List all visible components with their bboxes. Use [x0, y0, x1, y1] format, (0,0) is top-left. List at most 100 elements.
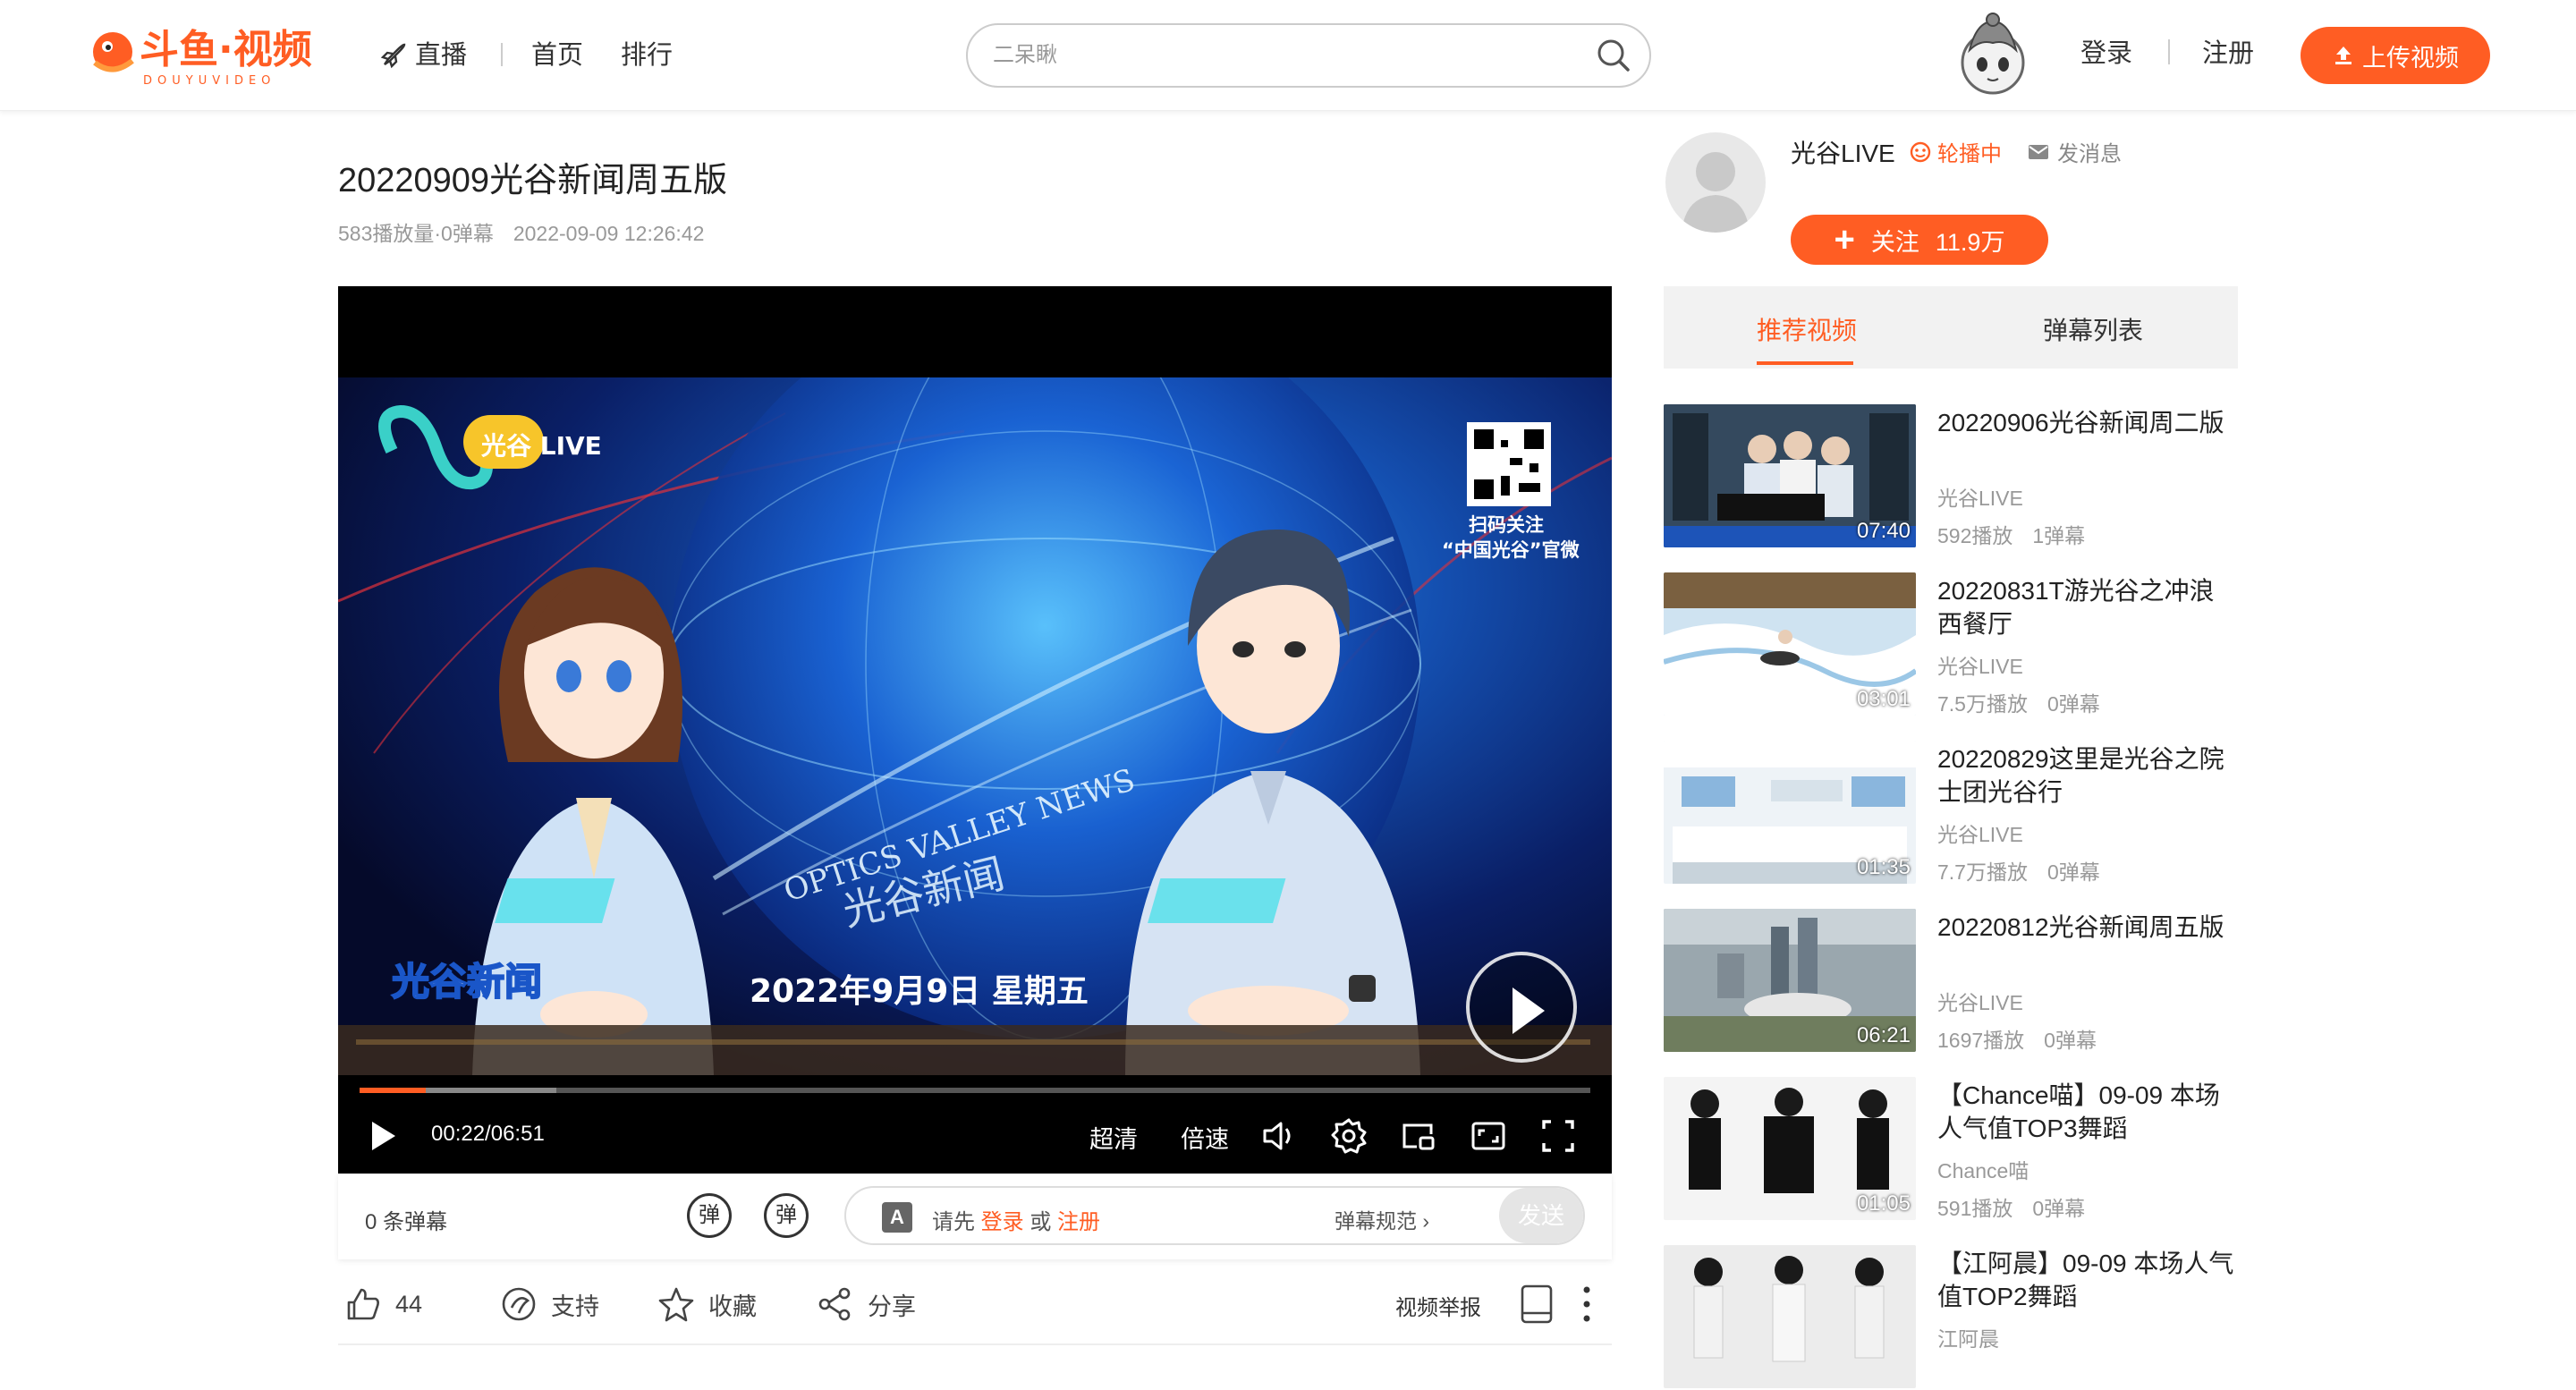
speed-button[interactable]: 倍速: [1181, 1120, 1229, 1155]
favorite-label: 收藏: [708, 1293, 757, 1320]
recommended-video-stats: 591播放 0弹幕: [1937, 1191, 2085, 1222]
user-avatar[interactable]: [1957, 13, 2029, 95]
search-icon[interactable]: [1594, 36, 1633, 75]
volume-icon[interactable]: [1259, 1116, 1299, 1156]
danmaku-count: 0弹幕: [2046, 860, 2100, 884]
search-box: [966, 23, 1651, 88]
danmaku-input[interactable]: A 请先 登录 或 注册 弹幕规范 › 发送: [844, 1186, 1585, 1245]
prompt-login-link[interactable]: 登录: [981, 1210, 1024, 1234]
follower-count: 11.9万: [1935, 228, 2005, 256]
recommended-video-title[interactable]: 20220829这里是光谷之院士团光谷行: [1937, 742, 2238, 809]
uploader-name[interactable]: 光谷LIVE: [1791, 134, 1895, 170]
video-player[interactable]: 光谷 LIVE 扫码关注 “中国光谷”官微 OPTICS VALLEY NEWS…: [338, 286, 1612, 1174]
like-button[interactable]: 44: [343, 1284, 422, 1324]
rocket-icon: [380, 43, 406, 69]
tab-danmaku-list[interactable]: 弹幕列表: [2043, 311, 2143, 347]
danmaku-send-button[interactable]: 发送: [1499, 1188, 1583, 1243]
big-play-button[interactable]: [1466, 952, 1577, 1063]
follow-button[interactable]: + 关注 11.9万: [1791, 215, 2048, 265]
recommended-video-title[interactable]: 【江阿晨】09-09 本场人气值TOP2舞蹈: [1937, 1247, 2238, 1313]
uploader-live-status[interactable]: 轮播中: [1909, 136, 2002, 167]
channel-logo-text: 光谷 LIVE: [480, 431, 602, 461]
recommended-video-title[interactable]: 20220906光谷新闻周二版: [1937, 406, 2238, 439]
video-thumbnail: 03:01: [1664, 572, 1916, 716]
play-icon[interactable]: [365, 1118, 401, 1154]
chevron-right-icon: ›: [1422, 1209, 1430, 1233]
danmaku-rules-link[interactable]: 弹幕规范 ›: [1335, 1204, 1429, 1234]
share-button[interactable]: 分享: [816, 1284, 916, 1324]
danmaku-toggle-button[interactable]: 弹: [687, 1193, 732, 1238]
recommended-video-author[interactable]: Chance喵: [1937, 1154, 2029, 1184]
logo-text: 斗鱼·视频: [140, 27, 312, 72]
recommended-video[interactable]: 01:05 【Chance喵】09-09 本场人气值TOP3舞蹈 Chance喵…: [1664, 1077, 2238, 1222]
mobile-view-icon[interactable]: [1517, 1283, 1556, 1326]
share-icon: [818, 1287, 851, 1321]
more-options-icon[interactable]: [1578, 1283, 1596, 1326]
settings-gear-icon[interactable]: [1329, 1116, 1368, 1156]
recommended-video[interactable]: 06:21 20220812光谷新闻周五版 光谷LIVE 1697播放 0弹幕: [1664, 909, 2238, 1054]
video-publish-date: 2022-09-09 12:26:42: [513, 222, 705, 245]
recommended-video-title[interactable]: 20220831T游光谷之冲浪西餐厅: [1937, 574, 2238, 640]
nav-live[interactable]: 直播: [379, 36, 467, 75]
danmaku-rules-label: 弹幕规范: [1335, 1209, 1417, 1233]
upload-video-button[interactable]: 上传视频: [2301, 27, 2490, 84]
search-input[interactable]: [993, 34, 1565, 77]
support-button[interactable]: 支持: [499, 1284, 599, 1324]
nav-live-label: 直播: [415, 41, 468, 70]
logo-subtext: DOUYUVIDEO: [143, 74, 275, 88]
recommended-video[interactable]: 【江阿晨】09-09 本场人气值TOP2舞蹈 江阿晨: [1664, 1245, 2238, 1390]
favorite-button[interactable]: 收藏: [657, 1284, 757, 1324]
danmaku-count: 1弹幕: [2032, 524, 2086, 547]
video-duration: 01:35: [1856, 855, 1911, 879]
uploader-avatar[interactable]: [1665, 132, 1766, 233]
danmaku-count: 0弹幕: [2046, 692, 2100, 716]
play-count: 591播放: [1937, 1197, 2013, 1220]
video-title: 20220909光谷新闻周五版: [338, 162, 728, 199]
douyu-video-logo[interactable]: 斗鱼·视频 DOUYUVIDEO: [86, 21, 345, 89]
fullscreen-icon[interactable]: [1538, 1116, 1578, 1156]
login-link[interactable]: 登录: [2080, 32, 2132, 70]
prompt-register-link[interactable]: 注册: [1057, 1210, 1100, 1234]
recommended-video-title[interactable]: 20220812光谷新闻周五版: [1937, 911, 2238, 944]
mail-icon: [2029, 144, 2048, 159]
send-message-link[interactable]: 发消息: [2027, 136, 2122, 167]
recommended-video[interactable]: 03:01 20220831T游光谷之冲浪西餐厅 光谷LIVE 7.5万播放 0弹…: [1664, 572, 2238, 717]
web-fullscreen-icon[interactable]: [1469, 1116, 1508, 1156]
video-thumbnail: [1664, 1245, 1916, 1388]
play-count: 7.7万播放: [1937, 860, 2028, 884]
video-frame: 光谷 LIVE 扫码关注 “中国光谷”官微 OPTICS VALLEY NEWS…: [338, 377, 1612, 1075]
video-meta: 583播放量·0弹幕 2022-09-09 12:26:42: [338, 216, 704, 247]
quality-button[interactable]: 超清: [1089, 1120, 1138, 1155]
picture-in-picture-icon[interactable]: [1399, 1116, 1438, 1156]
play-count: 1697播放: [1937, 1029, 2025, 1052]
recommended-video-author[interactable]: 江阿晨: [1937, 1322, 1999, 1352]
play-count: 592播放: [1937, 524, 2013, 547]
recommended-video-title[interactable]: 【Chance喵】09-09 本场人气值TOP3舞蹈: [1937, 1079, 2238, 1145]
prompt-prefix: 请先: [932, 1210, 975, 1234]
font-style-icon[interactable]: A: [882, 1202, 912, 1233]
recommended-video[interactable]: 07:40 20220906光谷新闻周二版 光谷LIVE 592播放 1弹幕: [1664, 404, 2238, 549]
video-duration: 07:40: [1856, 519, 1911, 543]
video-duration: 01:05: [1856, 1191, 1911, 1216]
video-thumbnail: 01:35: [1664, 741, 1916, 884]
danmaku-bar: 0 条弹幕 弹 弹 A 请先 登录 或 注册 弹幕规范 › 发送: [338, 1174, 1612, 1259]
recommended-video-author[interactable]: 光谷LIVE: [1937, 649, 2023, 680]
recommended-video-author[interactable]: 光谷LIVE: [1937, 986, 2023, 1016]
video-thumbnail: 07:40: [1664, 404, 1916, 547]
tab-recommended[interactable]: 推荐视频: [1757, 311, 1857, 347]
danmaku-settings-button[interactable]: 弹: [764, 1193, 809, 1238]
recommended-video-author[interactable]: 光谷LIVE: [1937, 818, 2023, 848]
uploader-live-label: 轮播中: [1937, 142, 2002, 166]
register-link[interactable]: 注册: [2202, 32, 2254, 70]
progress-bar[interactable]: [360, 1088, 1590, 1093]
recommended-video-author[interactable]: 光谷LIVE: [1937, 481, 2023, 512]
nav-ranking[interactable]: 排行: [621, 36, 673, 75]
recommended-video[interactable]: 01:35 20220829这里是光谷之院士团光谷行 光谷LIVE 7.7万播放…: [1664, 741, 2238, 886]
qr-caption-line1: 扫码关注: [1469, 514, 1544, 536]
support-fish-icon: [502, 1287, 536, 1321]
video-report-link[interactable]: 视频举报: [1395, 1290, 1481, 1321]
recommended-video-stats: 592播放 1弹幕: [1937, 519, 2085, 549]
upload-icon: [2335, 47, 2351, 64]
show-logo-text: 光谷新闻: [392, 960, 542, 1004]
nav-home[interactable]: 首页: [531, 36, 583, 75]
